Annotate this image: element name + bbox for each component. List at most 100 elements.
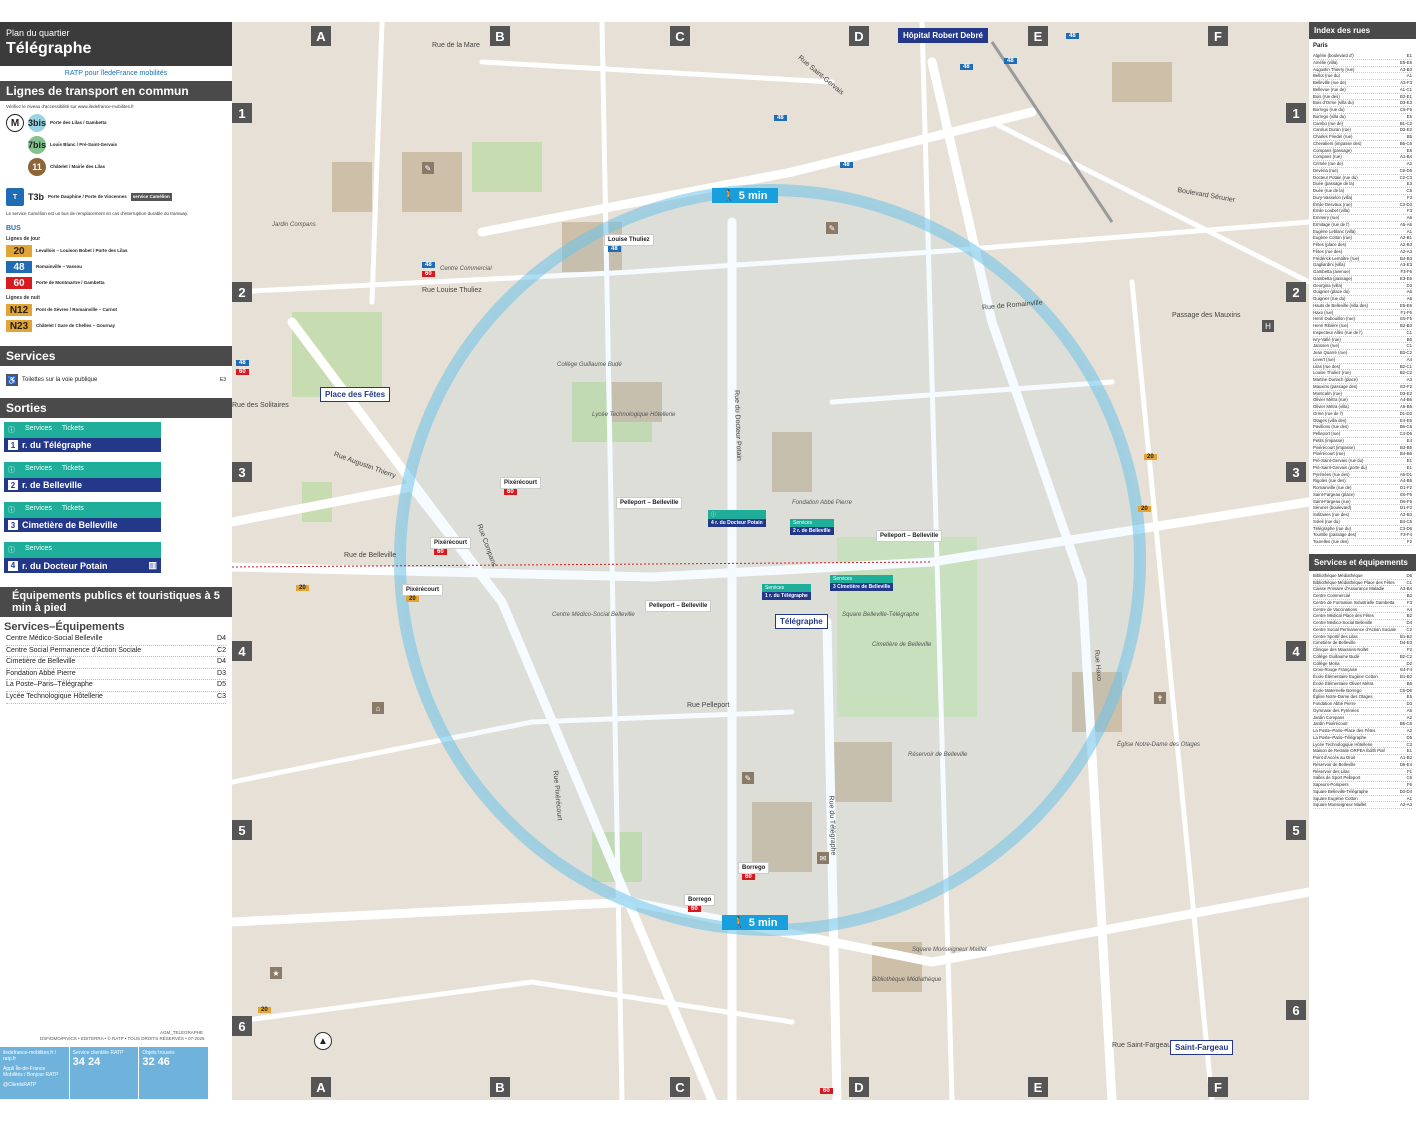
lost-phone[interactable]: 32 46 <box>142 1056 205 1068</box>
bus-dest: Pont de Sèvres / Romainville – Carnot <box>36 307 118 313</box>
day-label: Lignes de jour <box>6 236 41 242</box>
index-entry: Devéria (rue) C6-D5 <box>1313 167 1412 175</box>
grid-row: 5 <box>1286 820 1306 840</box>
place-label: Église Notre-Dame des Otages <box>1117 742 1201 748</box>
stop-pixerecourt[interactable]: Pixérécourt <box>402 584 444 596</box>
index-entry: Otages (villa des) E4-E5 <box>1313 417 1412 425</box>
place-label: Collège Guillaume Budé <box>557 362 622 368</box>
index-city: Paris <box>1313 43 1328 49</box>
map-bus-badge: 20 <box>258 1007 271 1013</box>
map-bus-badge: 60 <box>742 874 755 880</box>
index-entry: Tourtille (passage des) F3-F4 <box>1313 532 1412 539</box>
station-saint-fargeau[interactable]: Saint-Fargeau <box>1170 1040 1234 1055</box>
map-bus-badge: 48 <box>774 115 787 121</box>
tram-note: Le service Camélion est un bus de rempla… <box>6 211 189 216</box>
stop-pelleport-belleville[interactable]: Pelleport – Belleville <box>876 530 943 542</box>
svc-phone[interactable]: 34 24 <box>73 1056 136 1068</box>
grid-row: 3 <box>1286 462 1306 482</box>
map-bus-badge: 20 <box>1138 506 1151 512</box>
index-entry: Docteur Potain (rue du) C2-C3 <box>1313 174 1412 182</box>
index-entry: Fondation Abbé Pierre D3 <box>1313 701 1412 708</box>
stop-pixerecourt[interactable]: Pixérécourt <box>430 537 472 549</box>
index-entry: Georgina (villa) D3 <box>1313 282 1412 290</box>
exit-2[interactable]: ⓘ Services Tickets 2 r. de Belleville <box>4 462 161 492</box>
school-icon: ✎ <box>742 772 754 784</box>
exit-3[interactable]: ⓘ Services Tickets 3 Cimetière de Bellevill… <box>4 502 161 532</box>
gym-icon: ★ <box>270 967 282 979</box>
index-entry: Duée (passage de la) E3 <box>1313 181 1412 188</box>
stop-louise-thuliez[interactable]: Louise Thuliez <box>604 234 654 246</box>
index-entry: Clinique des Maussins-Nollet F2 <box>1313 647 1412 654</box>
index-entry: Chevaliers (impasse des) B6-C6 <box>1313 140 1412 148</box>
header-pre: Plan du quartier <box>6 28 70 38</box>
stop-borrego[interactable]: Borrego <box>684 894 716 906</box>
exit-4[interactable]: ⓘ Services 4 r. du Docteur Potain ▥ <box>4 542 161 573</box>
index-entry: Centre de Formation Industrielle Gambett… <box>1313 599 1412 607</box>
metro-dest: Porte des Lilas / Gambetta <box>50 120 107 126</box>
info-icon: ⓘ <box>8 467 15 474</box>
list-item: Centre Social Permanence d'Action Social… <box>6 646 226 658</box>
stop-pixerecourt[interactable]: Pixérécourt <box>500 477 542 489</box>
index-entry: École Élémentaire Olivier Métra B5 <box>1313 680 1412 688</box>
exit-tickets: Tickets <box>61 505 84 512</box>
web-link[interactable]: iledefrance-mobilites.fr / ratp.fr <box>3 1050 66 1062</box>
list-item: Centre Médico-Social Belleville D4 <box>6 634 226 646</box>
index-entry: Guignier (rue du) A6 <box>1313 296 1412 303</box>
stop-pelleport-belleville[interactable]: Pelleport – Belleville <box>645 600 712 612</box>
grid-row: 1 <box>232 103 252 123</box>
exit-name: r. du Télégraphe <box>22 440 92 450</box>
index-entry: Bellot (rue du) A1 <box>1313 73 1412 80</box>
map-bus-badge: 48 <box>1004 58 1017 64</box>
place-label: Jardin Compans <box>272 222 316 228</box>
footer-contacts: iledefrance-mobilites.fr / ratp.fr Appli… <box>0 1047 210 1099</box>
map-bus-badge: 60 <box>236 369 249 375</box>
exit-number: 1 <box>8 440 18 450</box>
index-entry: Bois d'Orme (villa du) D3-E3 <box>1313 100 1412 107</box>
index-entry: Bibliothèque Médiathèque Place des Fêtes… <box>1313 579 1412 587</box>
index-entry: Algérie (boulevard d') E1 <box>1313 53 1412 60</box>
index-entry: Émile Desvaux (rue) C3-D3 <box>1313 201 1412 209</box>
station-telegraphe[interactable]: Télégraphe <box>775 614 828 629</box>
place-label: Réservoir de Belleville <box>908 752 968 758</box>
stop-borrego[interactable]: Borrego <box>738 862 770 874</box>
place-label: Square Belleville-Télégraphe <box>842 612 920 618</box>
index-entry: Centre Médico-Social Belleville D4 <box>1313 620 1412 627</box>
index-entry: Télégraphe (rue du) C3-D6 <box>1313 525 1412 533</box>
place-label: Fondation Abbé Pierre <box>792 500 852 506</box>
list-item: La Poste–Paris–Télégraphe D5 <box>6 680 226 692</box>
toilets-row: ♿ Toilettes sur la voie publique E3 <box>0 366 232 394</box>
exit-number: 2 <box>8 480 18 490</box>
map-bus-badge: 48 <box>422 262 435 268</box>
bus-line-badge: N23 <box>6 320 32 332</box>
index-entry: Pavillons (rue des) B6-C6 <box>1313 424 1412 431</box>
stop-pelleport-belleville[interactable]: Pelleport – Belleville <box>616 497 683 509</box>
bus-row-60: 60 Porte de Montmartre / Gambetta <box>0 275 232 291</box>
toilets-icon: ♿ <box>6 374 18 386</box>
map-exit-2[interactable]: Services 2 r. de Belleville <box>790 519 834 535</box>
app-link[interactable]: Appli Île-de-France Mobilités / Bonjour … <box>3 1066 66 1078</box>
map-exit-3[interactable]: Services 3 Cimetière de Belleville <box>830 575 894 591</box>
index-entry: Olivier Métra (rue) A4-B6 <box>1313 397 1412 404</box>
grid-row: 4 <box>1286 641 1306 661</box>
page-title: Télégraphe <box>6 40 92 57</box>
bus-row-n12: N12 Pont de Sèvres / Romainville – Carno… <box>0 302 232 318</box>
post-office-icon: ✉ <box>817 852 829 864</box>
exit-tickets: Tickets <box>61 465 84 472</box>
map-exit-1[interactable]: Services 1 r. du Télégraphe <box>762 584 811 600</box>
hospital-label[interactable]: Hôpital Robert Debré <box>898 28 989 43</box>
station-place-des-fetes[interactable]: Place des Fêtes <box>320 387 391 402</box>
bus-line-badge: 48 <box>6 261 32 273</box>
exit-1[interactable]: ⓘ Services Tickets 1 r. du Télégraphe <box>4 422 161 452</box>
map-exit-4[interactable]: ⓘ 4 r. du Docteur Potain <box>708 510 766 527</box>
toilets-ref: E3 <box>219 377 226 383</box>
grid-col: B <box>490 1077 510 1097</box>
building-icon: ⌂ <box>372 702 384 714</box>
grid-col: B <box>490 26 510 46</box>
index-entry: Compans (passage) E5 <box>1313 147 1412 155</box>
index-entry: Fêtes (rue des) A2-A3 <box>1313 248 1412 256</box>
metro-row-2: 7bis Louis Blanc / Pré-Saint-Gervais <box>0 134 232 156</box>
social-link[interactable]: @ClientsRATP <box>3 1082 66 1088</box>
map-area[interactable]: A B C D E F A B C D E F 1 2 3 4 5 6 1 2 … <box>232 22 1309 1100</box>
index-entry: Hauts de Belleville (villa des) E5-E6 <box>1313 302 1412 310</box>
exit-services: Services <box>25 545 52 552</box>
